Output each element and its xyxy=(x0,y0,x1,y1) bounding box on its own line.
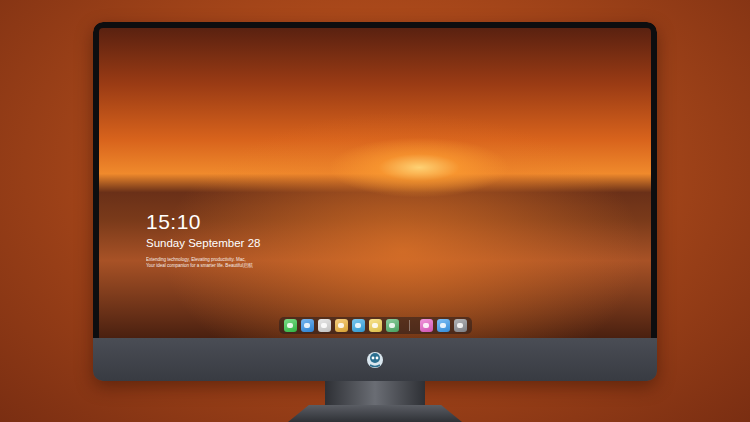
app-glyph-icon xyxy=(321,323,327,328)
app-glyph-icon xyxy=(287,323,293,328)
app-icon[interactable] xyxy=(335,319,348,332)
tagline: Your ideal companion for a smarter life.… xyxy=(146,263,651,269)
page: 15:10 Sunday September 28 Extending techno… xyxy=(0,0,750,422)
tagline: Extending technology, Elevating producti… xyxy=(146,257,651,263)
clock-time: 15:10 xyxy=(146,210,651,234)
monitor-neck xyxy=(325,381,425,405)
app-icon[interactable] xyxy=(420,319,433,332)
lock-info: 15:10 Sunday September 28 Extending techno… xyxy=(99,210,651,269)
app-icon[interactable] xyxy=(454,319,467,332)
app-glyph-icon xyxy=(389,323,395,328)
app-glyph-icon xyxy=(338,323,344,328)
app-glyph-icon xyxy=(423,323,429,328)
monitor-base xyxy=(288,405,462,422)
monitor: 15:10 Sunday September 28 Extending techno… xyxy=(93,22,657,381)
dock-divider xyxy=(409,320,410,331)
app-glyph-icon xyxy=(304,323,310,328)
app-glyph-icon xyxy=(372,323,378,328)
app-icon[interactable] xyxy=(352,319,365,332)
dock xyxy=(279,317,472,334)
mascot-logo-icon xyxy=(366,351,384,369)
app-glyph-icon xyxy=(457,323,463,328)
app-glyph-icon xyxy=(355,323,361,328)
clock-date: Sunday September 28 xyxy=(146,236,651,251)
dock-apps xyxy=(284,319,399,332)
screen: 15:10 Sunday September 28 Extending techno… xyxy=(93,22,657,338)
app-icon[interactable] xyxy=(318,319,331,332)
app-icon[interactable] xyxy=(437,319,450,332)
dock-recent xyxy=(420,319,467,332)
app-icon[interactable] xyxy=(369,319,382,332)
app-icon[interactable] xyxy=(301,319,314,332)
app-glyph-icon xyxy=(440,323,446,328)
app-icon[interactable] xyxy=(386,319,399,332)
app-icon[interactable] xyxy=(284,319,297,332)
monitor-chin xyxy=(93,338,657,381)
